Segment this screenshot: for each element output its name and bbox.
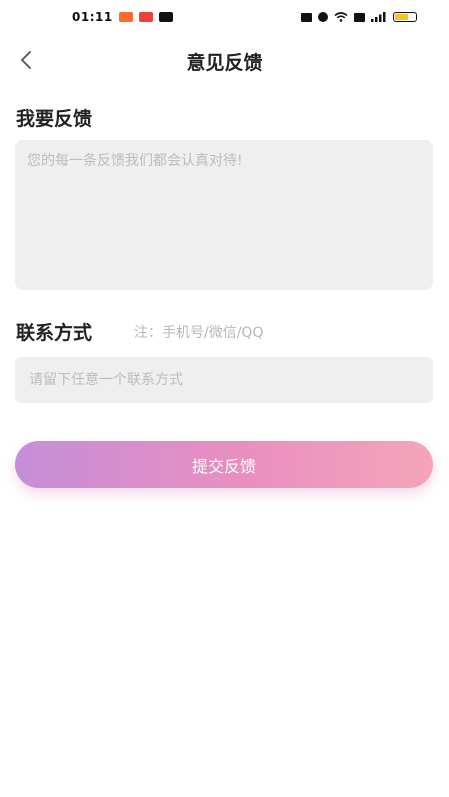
contact-input[interactable] (15, 357, 433, 403)
contact-note: 注：手机号/微信/QQ (134, 325, 264, 341)
status-time: 01:11 (72, 10, 113, 24)
status-right (301, 12, 417, 22)
battery-level (395, 14, 409, 20)
signal-icon (371, 12, 386, 22)
notification-app-icon (118, 12, 133, 22)
battery-icon (393, 12, 417, 22)
feedback-label: 我要反馈 (16, 108, 93, 130)
feedback-textarea[interactable] (15, 140, 433, 290)
notification-app-icon (138, 12, 153, 22)
tiktok-icon (158, 12, 173, 22)
status-bar: 01:11 (0, 0, 449, 34)
submit-button[interactable]: 提交反馈 (15, 441, 433, 488)
header: 意见反馈 (0, 40, 449, 80)
status-left: 01:11 (72, 10, 173, 24)
feedback-box (15, 140, 433, 290)
wifi-icon (334, 12, 348, 22)
contact-label: 联系方式 (16, 322, 93, 344)
contact-box (15, 357, 433, 403)
hd-icon (354, 12, 365, 22)
page-title: 意见反馈 (186, 52, 263, 74)
nfc-icon (301, 12, 312, 22)
alarm-icon (318, 12, 328, 22)
